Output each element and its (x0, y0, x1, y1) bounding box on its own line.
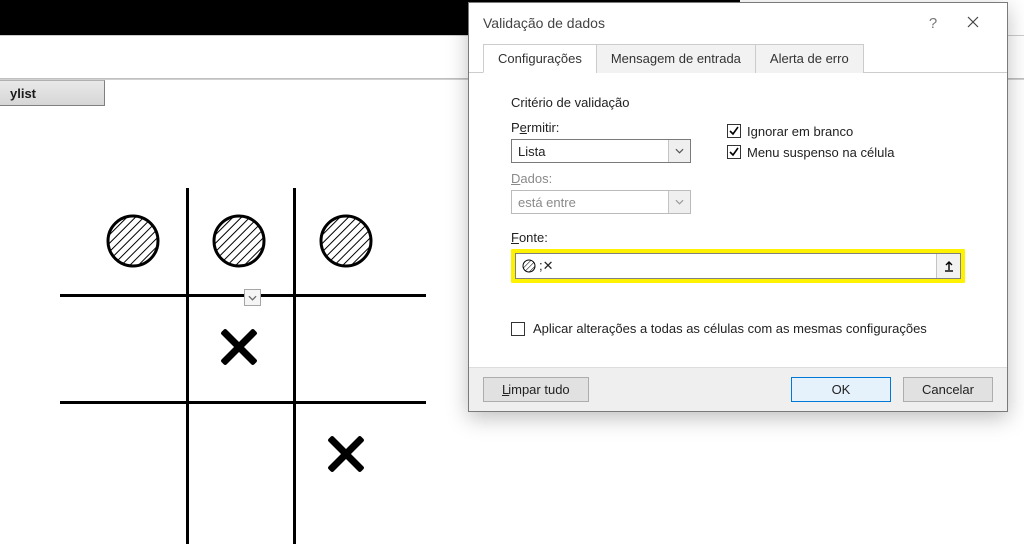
ignore-blank-checkbox[interactable]: Ignorar em branco (727, 124, 894, 139)
help-button[interactable]: ? (913, 15, 953, 32)
cell-r2c0[interactable] (80, 401, 186, 507)
cell-r0c0[interactable] (80, 188, 186, 294)
cell-r0c1[interactable] (186, 188, 292, 294)
cell-r2c2[interactable] (293, 401, 399, 507)
source-highlight: ;✕ (511, 249, 965, 283)
mark-o-icon (105, 213, 161, 269)
dialog-tabs: Configurações Mensagem de entrada Alerta… (469, 43, 1007, 73)
chevron-down-icon (668, 140, 690, 162)
cancel-button[interactable]: Cancelar (903, 377, 993, 402)
data-combo: está entre (511, 190, 691, 214)
allow-value: Lista (512, 144, 668, 159)
mark-x-icon (323, 431, 369, 477)
source-value: ;✕ (539, 258, 554, 274)
mark-o-icon (211, 213, 267, 269)
data-label: Dados: (511, 171, 965, 186)
cell-r1c2[interactable] (293, 294, 399, 400)
data-value: está entre (512, 195, 668, 210)
name-box-ylist[interactable]: ylist (0, 80, 105, 106)
data-validation-dialog: Validação de dados ? Configurações Mensa… (468, 2, 1008, 412)
allow-label: Permitir: (511, 120, 691, 135)
ok-button[interactable]: OK (791, 377, 891, 402)
tic-tac-toe-grid (80, 188, 400, 508)
source-input[interactable]: ;✕ (516, 258, 936, 274)
cell-dropdown-button[interactable] (244, 289, 261, 306)
in-cell-dropdown-label: Menu suspenso na célula (747, 145, 894, 160)
tab-input-message[interactable]: Mensagem de entrada (596, 44, 756, 73)
hatched-circle-icon (522, 259, 536, 273)
in-cell-dropdown-checkbox[interactable]: Menu suspenso na célula (727, 145, 894, 160)
dialog-title: Validação de dados (483, 15, 605, 31)
cell-r1c0[interactable] (80, 294, 186, 400)
chevron-down-icon (668, 191, 690, 213)
criterion-legend: Critério de validação (511, 95, 634, 110)
cell-r2c1[interactable] (186, 401, 292, 507)
tab-error-alert[interactable]: Alerta de erro (755, 44, 864, 73)
mark-x-icon (216, 324, 262, 370)
ignore-blank-label: Ignorar em branco (747, 124, 853, 139)
tab-settings[interactable]: Configurações (483, 44, 597, 73)
collapse-dialog-button[interactable] (936, 254, 960, 278)
clear-all-button[interactable]: Limpar tudo (483, 377, 589, 402)
cell-r1c1[interactable] (186, 294, 292, 400)
apply-all-checkbox[interactable] (511, 322, 525, 336)
cell-r0c2[interactable] (293, 188, 399, 294)
allow-combo[interactable]: Lista (511, 139, 691, 163)
close-button[interactable] (953, 15, 993, 31)
dialog-titlebar[interactable]: Validação de dados ? (469, 3, 1007, 43)
source-label: Fonte: (511, 230, 965, 245)
apply-all-label: Aplicar alterações a todas as células co… (533, 321, 927, 336)
mark-o-icon (318, 213, 374, 269)
